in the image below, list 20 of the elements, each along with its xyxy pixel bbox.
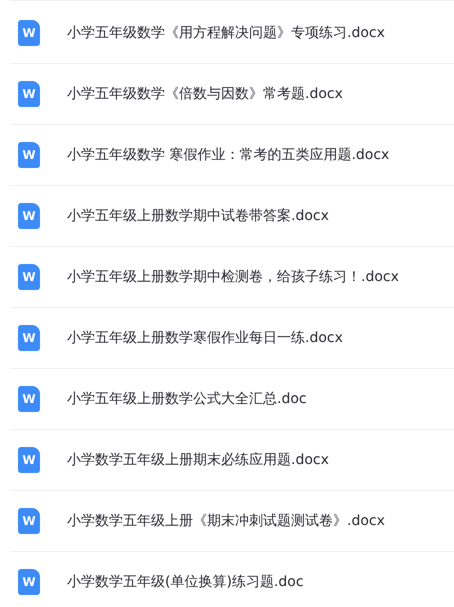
word-document-icon: W [18, 386, 40, 412]
file-name-link[interactable]: 小学五年级数学 寒假作业：常考的五类应用题.docx [67, 144, 390, 166]
file-name-link[interactable]: 小学数学五年级上册期末必练应用题.docx [67, 450, 329, 470]
word-document-icon: W [18, 81, 40, 107]
file-name-link[interactable]: 小学数学五年级(单位换算)练习题.doc [67, 572, 304, 592]
word-document-icon: W [18, 508, 40, 534]
word-document-icon: W [18, 447, 40, 473]
file-name-link[interactable]: 小学五年级上册数学期中检测卷，给孩子练习！.docx [67, 266, 399, 288]
word-document-icon: W [18, 142, 40, 168]
word-document-icon: W [18, 569, 40, 595]
word-document-icon: W [18, 325, 40, 351]
file-name-link[interactable]: 小学数学五年级上册《期末冲刺试题测试卷》.docx [67, 510, 385, 532]
file-name-link[interactable]: 小学五年级数学《用方程解决问题》专项练习.docx [67, 22, 385, 44]
file-name-link[interactable]: 小学五年级上册数学公式大全汇总.doc [67, 388, 307, 410]
file-name-link[interactable]: 小学五年级上册数学期中试卷带答案.docx [67, 206, 329, 226]
word-document-icon: W [18, 264, 40, 290]
word-document-icon: W [18, 20, 40, 46]
file-name-link[interactable]: 小学五年级数学《倍数与因数》常考题.docx [67, 84, 343, 104]
file-name-link[interactable]: 小学五年级上册数学寒假作业每日一练.docx [67, 328, 343, 348]
word-document-icon: W [18, 203, 40, 229]
